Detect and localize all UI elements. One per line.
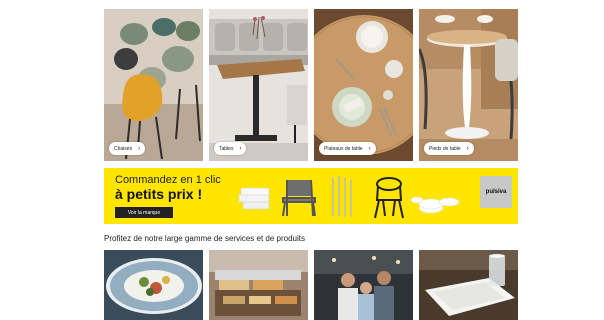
category-tile-table-tops[interactable]: Plateaux de table › bbox=[314, 9, 413, 161]
chair-product-icon bbox=[282, 179, 316, 217]
category-button-table-tops[interactable]: Plateaux de table › bbox=[319, 142, 376, 155]
category-label: Chaises bbox=[114, 145, 133, 152]
services-row bbox=[104, 250, 518, 320]
chevron-right-icon: › bbox=[368, 145, 371, 152]
category-button-table-legs[interactable]: Pieds de table › bbox=[424, 142, 474, 155]
bistro-chair-icon bbox=[374, 177, 404, 219]
chevron-right-icon: › bbox=[138, 145, 141, 152]
category-label: Plateaux de table bbox=[324, 145, 363, 152]
category-button-tables[interactable]: Tables › bbox=[214, 142, 247, 155]
category-tile-chairs[interactable]: Chaises › bbox=[104, 9, 203, 161]
chevron-right-icon: › bbox=[466, 145, 469, 152]
service-tile-plated-food[interactable] bbox=[104, 250, 203, 320]
plates-icon bbox=[410, 196, 460, 214]
buffet-photo bbox=[209, 250, 308, 320]
category-row: Chaises › Tables › Plateaux de table › P… bbox=[104, 9, 518, 161]
services-section-title: Profitez de notre large gamme de service… bbox=[104, 234, 305, 243]
category-button-chairs[interactable]: Chaises › bbox=[109, 142, 146, 155]
team-meeting-photo bbox=[314, 250, 413, 320]
tables-photo bbox=[209, 9, 308, 161]
service-tile-glassware[interactable] bbox=[419, 250, 518, 320]
category-label: Pieds de table bbox=[429, 145, 461, 152]
promo-banner[interactable]: Commandez en 1 clic à petits prix ! Voir… bbox=[104, 168, 518, 224]
table-legs-photo bbox=[419, 9, 518, 161]
service-tile-buffet[interactable] bbox=[209, 250, 308, 320]
chevron-right-icon: › bbox=[239, 145, 242, 152]
promo-headline: Commandez en 1 clic bbox=[115, 174, 221, 186]
category-label: Tables bbox=[219, 145, 234, 152]
napkins-icon bbox=[238, 187, 270, 210]
table-tops-photo bbox=[314, 9, 413, 161]
cutlery-icon bbox=[332, 175, 352, 217]
service-tile-team-meeting[interactable] bbox=[314, 250, 413, 320]
see-brand-button[interactable]: Voir la marque bbox=[115, 207, 173, 218]
promo-products-image bbox=[238, 175, 460, 219]
category-tile-tables[interactable]: Tables › bbox=[209, 9, 308, 161]
plated-food-photo bbox=[104, 250, 203, 320]
brand-logo[interactable]: pulsiva bbox=[480, 176, 512, 208]
category-tile-table-legs[interactable]: Pieds de table › bbox=[419, 9, 518, 161]
glassware-napkin-photo bbox=[419, 250, 518, 320]
promo-subheadline: à petits prix ! bbox=[115, 186, 203, 202]
chairs-photo bbox=[104, 9, 203, 161]
